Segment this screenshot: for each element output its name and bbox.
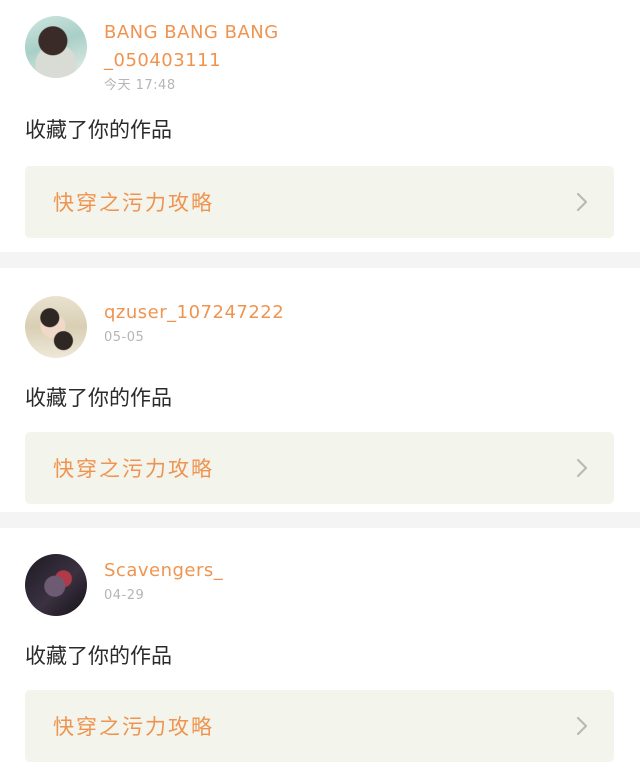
work-title: 快穿之污力攻略	[53, 457, 214, 481]
username-link[interactable]: qzuser_107247222	[104, 299, 284, 327]
work-title: 快穿之污力攻略	[53, 715, 214, 739]
notification-card: qzuser_107247222 05-05 收藏了你的作品 快穿之污力攻略	[0, 268, 640, 512]
timestamp: 04-29	[104, 588, 145, 603]
notification-card: Scavengers_ 04-29 收藏了你的作品 快穿之污力攻略	[0, 528, 640, 776]
work-link-card[interactable]: 快穿之污力攻略	[25, 690, 614, 762]
timestamp: 今天 17:48	[104, 78, 176, 93]
action-text: 收藏了你的作品	[25, 386, 172, 410]
avatar[interactable]	[25, 296, 87, 358]
user-meta: BANG BANG BANG_050403111 今天 17:48	[104, 16, 284, 95]
work-link-card[interactable]: 快穿之污力攻略	[25, 432, 614, 504]
chevron-right-icon	[576, 192, 588, 212]
avatar[interactable]	[25, 16, 87, 78]
notification-header: BANG BANG BANG_050403111 今天 17:48	[25, 16, 614, 93]
notification-feed: BANG BANG BANG_050403111 今天 17:48 收藏了你的作…	[0, 0, 640, 776]
username-link[interactable]: BANG BANG BANG_050403111	[104, 19, 284, 75]
timestamp: 05-05	[104, 330, 145, 345]
work-link-card[interactable]: 快穿之污力攻略	[25, 166, 614, 238]
chevron-right-icon	[576, 716, 588, 736]
user-meta: Scavengers_ 04-29	[104, 554, 223, 605]
action-text: 收藏了你的作品	[25, 118, 172, 142]
action-text: 收藏了你的作品	[25, 644, 172, 668]
user-meta: qzuser_107247222 05-05	[104, 296, 284, 347]
notification-card: BANG BANG BANG_050403111 今天 17:48 收藏了你的作…	[0, 0, 640, 252]
username-link[interactable]: Scavengers_	[104, 557, 223, 585]
work-title: 快穿之污力攻略	[53, 191, 214, 215]
chevron-right-icon	[576, 458, 588, 478]
notification-header: qzuser_107247222 05-05	[25, 296, 614, 370]
avatar[interactable]	[25, 554, 87, 616]
notification-header: Scavengers_ 04-29	[25, 554, 614, 628]
